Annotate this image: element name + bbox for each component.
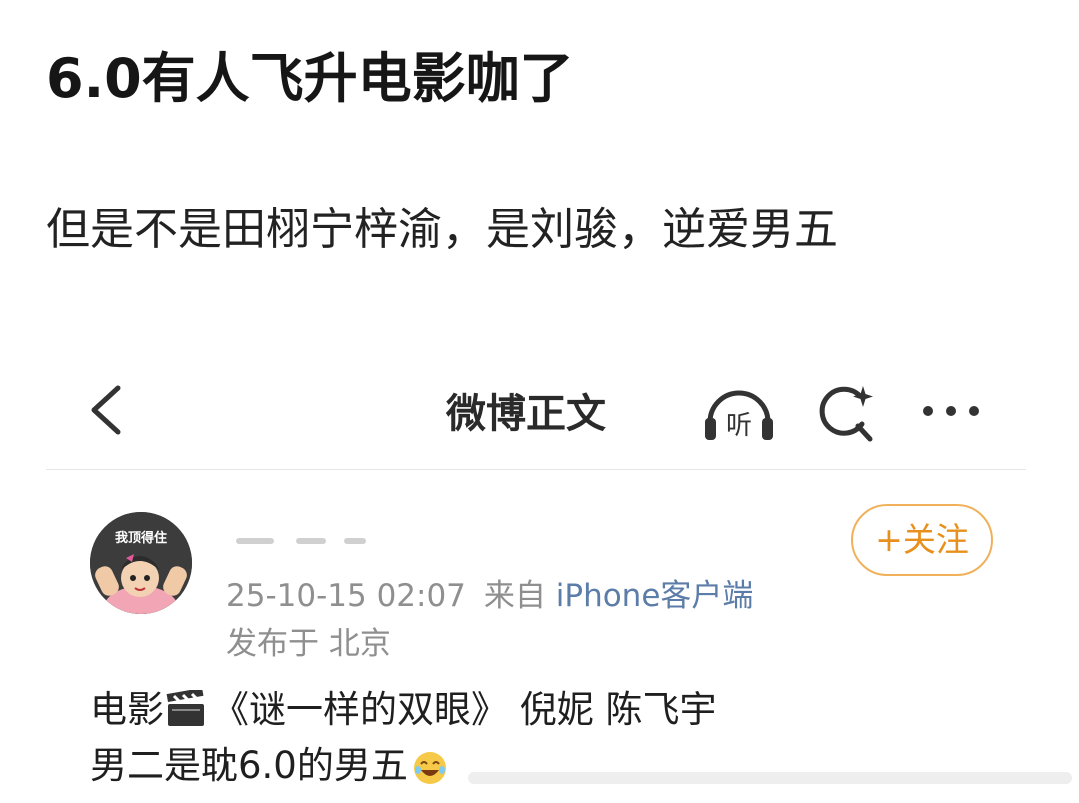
post-title: 6.0有人飞升电影咖了 <box>46 47 574 110</box>
avatar-text: 我顶得住 <box>115 530 167 546</box>
source-label: 来自 <box>483 578 546 614</box>
listen-icon[interactable]: 听 <box>702 382 776 444</box>
content-line1-after: 《谜一样的双眼》 倪妮 陈飞宇 <box>212 688 717 731</box>
post-location: 发布于 北京 <box>226 626 391 662</box>
laughing-emoji-icon <box>413 752 446 784</box>
author-name-redacted[interactable] <box>226 510 386 554</box>
nav-title: 微博正文 <box>446 391 606 437</box>
post-meta: 25-10-15 02:07 来自 iPhone客户端 <box>226 574 753 618</box>
avatar[interactable]: 我顶得住 <box>90 512 192 614</box>
weibo-screenshot: 微博正文 听 我顶得住 25-10-15 02:07 来自 iPhone客户端 … <box>46 360 1046 803</box>
content-line1-before: 电影 <box>90 688 164 731</box>
device-link[interactable]: iPhone客户端 <box>556 578 754 614</box>
post-body: 但是不是田栩宁梓渝，是刘骏，逆爱男五 <box>46 204 838 255</box>
post-timestamp: 25-10-15 02:07 <box>226 578 466 614</box>
listen-label: 听 <box>726 411 752 441</box>
watermark-blur <box>468 772 1072 784</box>
clapper-board-icon <box>166 690 204 726</box>
content-line-1: 电影 《谜一样的双眼》 倪妮 陈飞宇 <box>90 682 717 738</box>
more-icon[interactable] <box>918 396 984 426</box>
weibo-nav-bar: 微博正文 听 <box>46 360 1026 470</box>
search-icon[interactable] <box>816 382 878 444</box>
back-icon[interactable] <box>82 382 132 438</box>
follow-button[interactable]: +关注 <box>851 504 993 576</box>
content-line2: 男二是耽6.0的男五 <box>90 744 408 787</box>
